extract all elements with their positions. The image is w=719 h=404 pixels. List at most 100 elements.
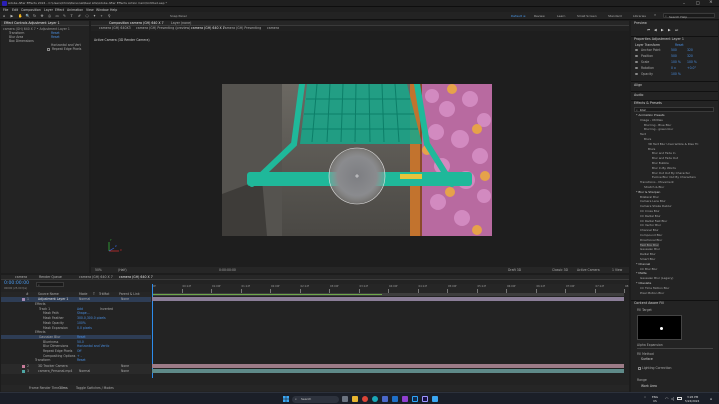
workspace-libraries[interactable]: Libraries — [633, 14, 646, 18]
layer-row[interactable]: 1 Adjustment Layer 1 Normal None — [1, 297, 151, 302]
effects-tree-item[interactable]: * Obsolete — [636, 281, 651, 285]
transform-prop-value[interactable]: 500 — [671, 54, 677, 58]
brush-icon[interactable]: ✐ — [78, 14, 81, 18]
layer-parent[interactable]: None — [121, 297, 129, 301]
property-value[interactable]: 0.0 pixels — [77, 326, 92, 330]
resolution[interactable]: (Half) — [118, 268, 127, 272]
effects-tree-item[interactable]: * Matte — [636, 271, 647, 275]
eraser-icon[interactable]: ✦ — [93, 14, 96, 18]
property-value[interactable]: 100% — [77, 321, 86, 325]
effects-tree-item[interactable]: CC Time Motion Blur — [640, 286, 669, 290]
photoshop-icon[interactable] — [412, 396, 418, 402]
effects-tree-item[interactable]: Directional Blur — [640, 238, 662, 242]
effects-tree-item[interactable]: Camera Lens Blur — [640, 199, 666, 203]
layer-mode[interactable]: Normal — [79, 369, 90, 373]
effects-tree-item[interactable]: Image - Utilities — [640, 118, 663, 122]
stopwatch-icon[interactable] — [635, 60, 638, 64]
view-layout[interactable]: 1 View — [612, 268, 622, 272]
search-help-box[interactable]: ⌕ Search Help — [663, 13, 715, 19]
rectangle-icon[interactable]: ▭ — [56, 14, 59, 18]
workspace-menu-icon[interactable]: ≡ — [523, 14, 526, 18]
workspace-default[interactable]: Default — [511, 14, 522, 18]
home-icon[interactable]: ⌂ — [3, 14, 5, 18]
task-view-icon[interactable] — [342, 396, 348, 402]
effect-row-value[interactable]: Reset — [51, 35, 60, 39]
layer-row[interactable]: 2 3D Tracker Camera None — [1, 364, 151, 369]
layer-track[interactable] — [152, 297, 624, 301]
transform-prop-value[interactable]: 100 % — [687, 60, 697, 64]
close-button[interactable]: × — [709, 0, 713, 5]
property-value[interactable]: + - — [77, 354, 82, 358]
zoom-icon[interactable]: 🔍 — [26, 14, 30, 18]
property-value[interactable]: Reset — [77, 358, 86, 362]
region-indicator[interactable]: US — [653, 399, 657, 403]
type-icon[interactable]: T — [71, 14, 73, 18]
transform-prop-value[interactable]: 100 % — [671, 60, 681, 64]
effects-tree-item[interactable]: * Animation Presets — [636, 113, 665, 117]
transform-prop-value[interactable]: 0 x — [671, 66, 676, 70]
orbit-icon[interactable]: ◎ — [48, 14, 51, 18]
effects-tree-item[interactable]: CC Cross Blur — [640, 209, 660, 213]
subtab[interactable]: camera (GH) Presenting (preview) — [136, 26, 190, 31]
effects-tree-item[interactable]: Text — [640, 132, 646, 136]
composition-viewer[interactable] — [222, 84, 492, 236]
effects-tree-item[interactable]: Blurring - Blue Blur — [644, 123, 671, 127]
active-camera-select[interactable]: Active Camera — [577, 268, 600, 272]
property-value[interactable]: Reset — [77, 335, 86, 339]
effects-tree-item[interactable]: Compound Blur — [640, 233, 662, 237]
effects-tree-item[interactable]: Pixel Motion Blur — [640, 291, 664, 295]
subtab-active[interactable]: camera (GH) 640 X 7 — [191, 26, 225, 31]
timeline-tab-active[interactable]: camera (GH) 640 X 7 — [119, 275, 153, 280]
property-value[interactable]: 300.0,300.0 pixels — [77, 316, 106, 320]
effects-tree-item[interactable]: Evolve Blur Out By Characters — [652, 175, 696, 179]
wifi-icon[interactable]: ◠ — [665, 396, 669, 401]
rotate-icon[interactable]: ↻ — [33, 14, 36, 18]
timeline-tab[interactable]: Render Queue — [39, 275, 62, 280]
subtab[interactable]: camera — [267, 26, 279, 31]
draft-3d[interactable]: Draft 3D — [508, 268, 521, 272]
file-explorer-icon[interactable] — [352, 396, 358, 402]
first-frame-icon[interactable]: ⏮ — [647, 28, 650, 32]
effects-tree-item[interactable]: Gaussian Blur (Legacy) — [640, 276, 673, 280]
clock-date[interactable]: 5/24/2024 — [685, 399, 699, 403]
battery-icon[interactable] — [677, 397, 682, 400]
transform-prop-value[interactable]: 320 — [687, 48, 693, 52]
maximize-button[interactable]: □ — [696, 0, 700, 5]
layer-parent[interactable]: None — [121, 369, 129, 373]
stopwatch-icon[interactable] — [635, 66, 638, 70]
effects-tree-item[interactable]: CC Blur Blur — [640, 267, 658, 271]
renderer[interactable]: Classic 3D — [552, 268, 568, 272]
pen-icon[interactable]: ✎ — [63, 14, 66, 18]
stopwatch-icon[interactable] — [635, 48, 638, 52]
selection-icon[interactable]: ▶ — [11, 14, 14, 18]
tray-chevron-icon[interactable]: ˄ — [644, 396, 646, 401]
layer-transform-reset[interactable]: Reset — [675, 43, 684, 47]
windows-start-icon[interactable] — [283, 396, 289, 402]
store-icon[interactable] — [382, 396, 388, 402]
layer-track[interactable] — [152, 369, 624, 373]
roto-icon[interactable]: ⌖ — [101, 14, 103, 18]
time-ruler[interactable]: 0f 00:12f 01:00f 01:12f 02:00f 02:12f 03:00f 03… — [152, 284, 629, 293]
effects-tree-item[interactable]: Blur and Fade Out — [652, 156, 678, 160]
next-frame-icon[interactable]: ▶ — [668, 28, 671, 32]
app-icon[interactable] — [402, 396, 408, 402]
effects-tree-item[interactable]: Radial Blur — [640, 252, 656, 256]
repeat-edge-checkbox[interactable] — [47, 47, 50, 51]
prev-frame-icon[interactable]: ◀ — [654, 28, 657, 32]
stopwatch-icon[interactable] — [635, 54, 638, 58]
property-extra[interactable]: Inverted — [100, 307, 113, 311]
effects-tree-item[interactable]: Blurring - green blur — [644, 127, 673, 131]
workspace-small-screen[interactable]: Small Screen — [577, 14, 597, 18]
effects-tree-item[interactable]: Gaussian Blur — [640, 247, 660, 251]
effect-row-value[interactable]: Repeat Edge Pixels — [52, 47, 81, 51]
alpha-expansion-slider[interactable] — [637, 348, 713, 349]
workspace-more-icon[interactable]: » — [654, 13, 656, 17]
effects-tree-item[interactable]: Blurs — [644, 137, 651, 141]
range-value[interactable]: Work Area — [641, 384, 657, 388]
transform-prop-value[interactable]: 100 % — [671, 72, 681, 76]
work-area-bar[interactable] — [152, 293, 624, 296]
effects-tree-item[interactable]: * Blur & Sharpen — [636, 190, 660, 194]
stamp-icon[interactable]: ⬡ — [86, 14, 89, 18]
chrome-icon[interactable] — [362, 396, 368, 402]
property-value[interactable]: 50.0 — [77, 340, 84, 344]
